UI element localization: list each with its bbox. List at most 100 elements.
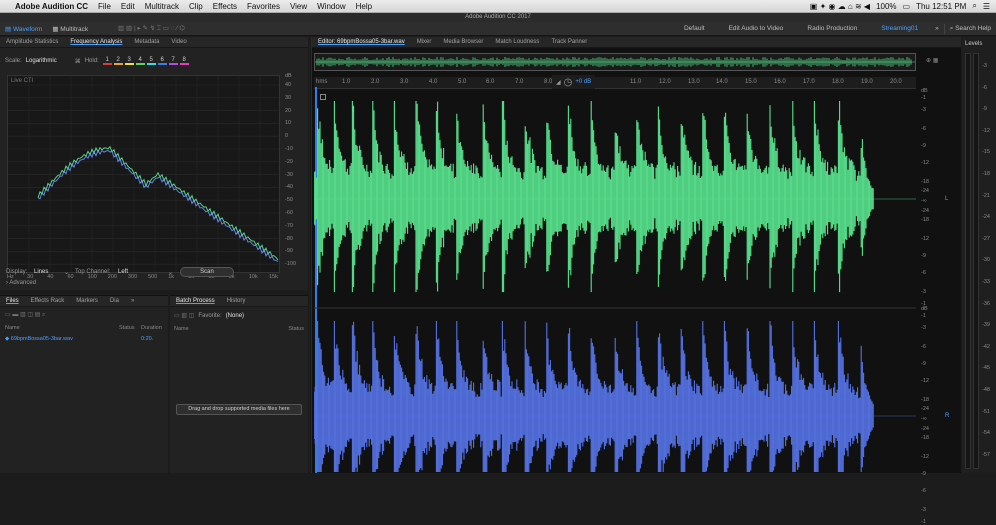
tab-video[interactable]: Video <box>165 39 192 45</box>
menu-effects[interactable]: Effects <box>208 2 242 11</box>
more-workspaces-icon[interactable]: » <box>930 24 944 33</box>
menu-multitrack[interactable]: Multitrack <box>140 2 184 11</box>
db-tick: -50 <box>285 197 293 204</box>
tab-track-panner[interactable]: Track Panner <box>545 39 593 45</box>
files-toolbar-icons[interactable]: ▭ ▬ ▥ ◫ ▤ ⌕ <box>5 311 45 319</box>
level-tick: -42 <box>982 343 990 350</box>
level-tick: -24 <box>982 214 990 221</box>
tool-icons[interactable]: ▥ ▧ | ▸ ✎ ↯ ⌶ ▭ ◌ ∕ ⌬ <box>113 23 190 34</box>
workspace-radio-production[interactable]: Radio Production <box>795 25 869 32</box>
tab-amplitude-statistics[interactable]: Amplitude Statistics <box>0 39 64 45</box>
batch-toolbar-icons[interactable]: ▭ ▥ ◫ <box>174 312 194 319</box>
hold-slot-5[interactable]: 5 <box>146 57 156 65</box>
level-tick: -15 <box>982 149 990 156</box>
waveform-area[interactable] <box>313 90 916 507</box>
menu-favorites[interactable]: Favorites <box>242 2 285 11</box>
file-row[interactable]: ◆ 69bpmBossa05-3bar.wav 0:20. <box>5 336 165 342</box>
spotlight-icon[interactable]: ⌕ <box>972 1 976 11</box>
editor-tabs: Editor: 69bpmBossa05-3bar.wav Mixer Medi… <box>312 37 961 48</box>
amplitude-scale: dB -1 -3 -6 -9 -12 -18 -24 -∞ -24 -18 -12 -9 -6 -3 -1 dB… <box>917 88 947 525</box>
overview-navigator[interactable] <box>314 53 916 71</box>
hold-slot-6[interactable]: 6 <box>157 57 167 65</box>
amplitude-tick: -∞ <box>921 416 927 422</box>
menu-file[interactable]: File <box>93 2 116 11</box>
hold-slot-7[interactable]: 7 <box>168 57 178 65</box>
hold-slot-4[interactable]: 4 <box>135 57 145 65</box>
col-name[interactable]: Name <box>5 325 119 331</box>
tab-editor[interactable]: Editor: 69bpmBossa05-3bar.wav <box>312 39 411 45</box>
waveform-view-button[interactable]: ▤ Waveform <box>0 24 47 34</box>
search-help[interactable]: ⌕ Search Help <box>943 23 996 34</box>
channel-right-label[interactable]: R <box>945 413 949 419</box>
level-tick: -57 <box>982 451 990 458</box>
tab-history[interactable]: History <box>221 298 252 304</box>
tab-match-loudness[interactable]: Match Loudness <box>489 39 545 45</box>
hold-slot-1[interactable]: 1 <box>102 57 112 65</box>
advanced-toggle[interactable]: › Advanced <box>6 280 36 286</box>
multitrack-view-button[interactable]: ▦ Multitrack <box>47 24 93 34</box>
battery-icon[interactable]: ▭ <box>903 2 911 11</box>
db-tick: 0 <box>285 133 289 140</box>
menu-view[interactable]: View <box>285 2 312 11</box>
top-channel-select[interactable]: Left <box>118 269 128 275</box>
menu-edit[interactable]: Edit <box>116 2 140 11</box>
menu-window[interactable]: Window <box>312 2 350 11</box>
workspace-default[interactable]: Default <box>672 25 717 32</box>
col-status[interactable]: Status <box>119 325 141 331</box>
menu-clip[interactable]: Clip <box>184 2 208 11</box>
hold-slot-3[interactable]: 3 <box>124 57 134 65</box>
hold-slot-8[interactable]: 8 <box>179 57 189 65</box>
tab-frequency-analysis[interactable]: Frequency Analysis <box>64 39 128 45</box>
panel-overflow-icon[interactable]: » <box>125 298 140 304</box>
time-tick: 15.0 <box>745 79 757 85</box>
scale-select[interactable]: Logarithmic <box>26 58 57 64</box>
battery-percent[interactable]: 100% <box>876 2 896 11</box>
db-tick: -20 <box>285 158 293 165</box>
amplitude-tick: -6 <box>921 488 926 494</box>
scan-button[interactable]: Scan <box>180 267 234 277</box>
tab-effects-rack[interactable]: Effects Rack <box>25 298 71 304</box>
col-duration[interactable]: Duration <box>141 325 165 331</box>
col-status[interactable]: Status <box>288 326 304 332</box>
favorite-select[interactable]: (None) <box>226 313 244 319</box>
level-tick: -18 <box>982 171 990 177</box>
tab-mixer[interactable]: Mixer <box>411 39 438 45</box>
app-menu[interactable]: Adobe Audition CC <box>10 2 93 11</box>
amplitude-tick: -18 <box>921 178 929 185</box>
menu-help[interactable]: Help <box>351 2 377 11</box>
db-tick: 40 <box>285 82 292 88</box>
channel-left-label[interactable]: L <box>945 196 948 202</box>
tab-batch-process[interactable]: Batch Process <box>170 298 221 304</box>
zoom-icons[interactable]: ⊕ ▦ <box>926 57 938 64</box>
amplitude-tick: dB <box>921 305 928 312</box>
drop-zone-hint[interactable]: Drag and drop supported media files here <box>176 404 302 415</box>
status-icons[interactable]: ▣ ✦ ◉ ☁ ⌂ ≋ ◀ <box>810 2 870 11</box>
display-select[interactable]: Lines <box>34 269 48 275</box>
files-panel: Files Effects Rack Markers Dia » ▭ ▬ ▥ ◫… <box>0 295 168 473</box>
col-name[interactable]: Name <box>174 326 288 332</box>
time-tick: 3.0 <box>400 79 409 85</box>
workspace-edit-audio-video[interactable]: Edit Audio to Video <box>717 25 796 32</box>
overview-waveform <box>315 57 915 67</box>
chevron-down-icon[interactable]: ⌄ <box>168 269 173 276</box>
chevron-down-icon[interactable]: ⌄ <box>64 269 69 276</box>
tab-files[interactable]: Files <box>0 298 25 304</box>
time-ruler[interactable]: hms 1.0 2.0 3.0 4.0 5.0 6.0 7.0 8.0 11.0 12.0 13.0… <box>314 77 916 89</box>
hold-icon[interactable]: ⌘ <box>75 58 81 65</box>
amplitude-tick: -3 <box>921 324 926 331</box>
spectrum-plot: Live CTI <box>7 75 280 273</box>
amplitude-tick: -12 <box>921 159 929 166</box>
tab-media-browser[interactable]: Media Browser <box>437 39 489 45</box>
workspace-streaming01[interactable]: Streaming01 <box>869 25 930 32</box>
hud-volume[interactable]: ◢ ◷ +0 dB <box>552 75 596 89</box>
tab-markers[interactable]: Markers <box>70 298 104 304</box>
batch-tabs: Batch Process History <box>170 296 308 307</box>
hold-slot-2[interactable]: 2 <box>113 57 123 65</box>
amplitude-tick: -12 <box>921 377 929 384</box>
amplitude-tick: -3 <box>921 106 926 113</box>
menubar-clock[interactable]: Thu 12:51 PM <box>916 2 966 11</box>
time-tick: 5.0 <box>458 79 467 85</box>
tab-diagnostics[interactable]: Dia <box>104 298 125 304</box>
notification-icon[interactable]: ☰ <box>983 2 990 11</box>
tab-metadata[interactable]: Metadata <box>128 39 165 45</box>
